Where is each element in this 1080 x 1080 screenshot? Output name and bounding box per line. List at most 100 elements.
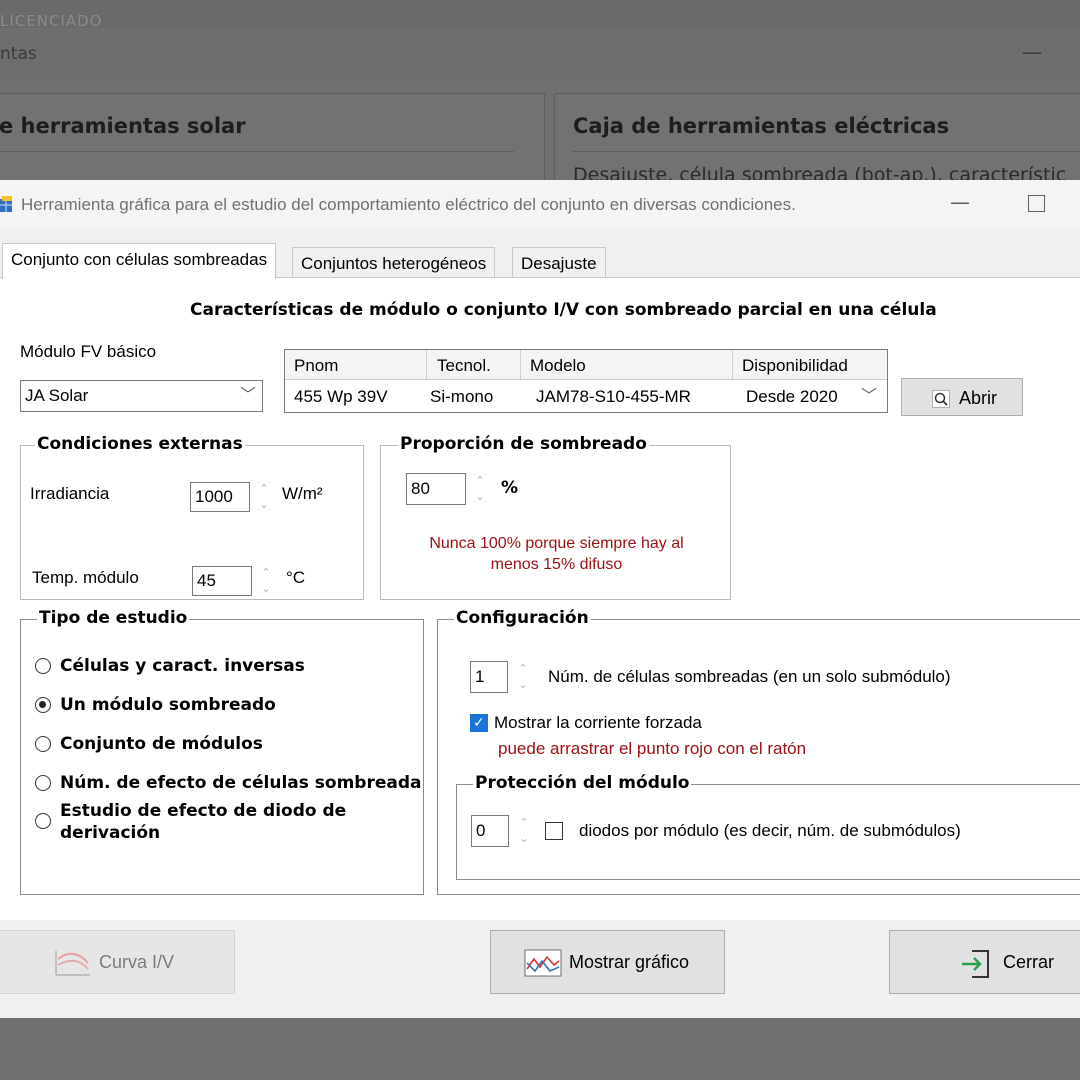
- iv-curve-button[interactable]: Curva I/V: [0, 930, 235, 994]
- option-cells-inverse-label[interactable]: Células y caract. inversas: [60, 656, 305, 676]
- configuration-title: Configuración: [454, 608, 591, 628]
- background-panel-electric: Caja de herramientas eléctricas Desajust…: [554, 93, 1080, 186]
- shaded-cells-input[interactable]: 1: [470, 661, 508, 693]
- shading-note: Nunca 100% porque siempre hay al menos 1…: [381, 533, 732, 575]
- background-bottom: [0, 1018, 1080, 1080]
- iv-curve-button-label: Curva I/V: [99, 952, 175, 972]
- spin-down-icon[interactable]: ⌄: [515, 831, 533, 847]
- external-conditions-title: Condiciones externas: [35, 434, 245, 454]
- column-header-pnom: Pnom: [294, 356, 339, 375]
- radio-module-array[interactable]: [35, 736, 51, 752]
- configuration-group: Configuración 1 ⌃ ⌄ Núm. de células sombr…: [437, 608, 1080, 895]
- tab-mismatch[interactable]: Desajuste: [512, 247, 606, 279]
- spin-down-icon[interactable]: ⌄: [255, 497, 273, 513]
- radio-shaded-cells-count[interactable]: [35, 775, 51, 791]
- dialog-title: Herramienta gráfica para el estudio del …: [21, 195, 796, 214]
- option-shaded-cells-count-label[interactable]: Núm. de efecto de células sombreada: [60, 773, 422, 793]
- diodes-spinner[interactable]: ⌃ ⌄: [515, 815, 533, 847]
- spin-down-icon[interactable]: ⌄: [257, 581, 275, 597]
- dialog-titlebar: Herramienta gráfica para el estudio del …: [0, 180, 1080, 230]
- shading-note-line2: menos 15% difuso: [490, 556, 623, 573]
- background-panel-solar-title: e herramientas solar: [0, 114, 246, 138]
- background-divider: [0, 151, 514, 152]
- shading-note-line1: Nunca 100% porque siempre hay al: [429, 535, 684, 552]
- magnifier-icon: [932, 390, 950, 408]
- irradiance-spinner[interactable]: ⌃ ⌄: [255, 481, 273, 513]
- study-type-title: Tipo de estudio: [37, 608, 190, 628]
- column-divider: [520, 350, 521, 379]
- module-label: Módulo FV básico: [20, 342, 157, 361]
- shading-group: Proporción de sombreado 80 ⌃ ⌄ % Nunca 10…: [380, 434, 732, 600]
- background-minimize-icon[interactable]: —: [1022, 40, 1042, 64]
- exit-icon: [962, 950, 989, 978]
- option-bypass-diode-label-line1[interactable]: Estudio de efecto de diodo de: [60, 801, 346, 821]
- tab-shaded-cells[interactable]: Conjunto con células sombreadas: [2, 243, 277, 279]
- cell-technology: Si-mono: [430, 387, 494, 406]
- open-button[interactable]: Abrir: [901, 378, 1023, 416]
- chevron-down-icon: ﹀: [239, 387, 256, 404]
- module-protection-title: Protección del módulo: [473, 773, 692, 793]
- column-header-technology: Tecnol.: [437, 356, 491, 375]
- shading-title: Proporción de sombreado: [398, 434, 649, 454]
- tab-heterogeneous[interactable]: Conjuntos heterogéneos: [292, 247, 496, 279]
- module-select-table[interactable]: Pnom Tecnol. Modelo Disponibilidad 455 W…: [284, 349, 888, 413]
- module-brand-value: JA Solar: [25, 386, 89, 405]
- spin-up-icon[interactable]: ⌃: [515, 815, 533, 831]
- spin-up-icon[interactable]: ⌃: [255, 481, 273, 497]
- external-conditions-group: Condiciones externas Irradiancia 1000 ⌃ ⌄…: [20, 434, 364, 600]
- open-button-label: Abrir: [959, 388, 998, 408]
- app-icon: [0, 196, 12, 212]
- module-brand-select[interactable]: JA Solar ﹀: [20, 380, 263, 412]
- diodes-label: diodos por módulo (es decir, núm. de sub…: [579, 821, 961, 840]
- maximize-icon[interactable]: [1028, 195, 1045, 212]
- option-bypass-diode-label-line2[interactable]: derivación: [60, 823, 160, 843]
- chevron-down-icon: ﹀: [861, 386, 878, 405]
- show-current-checkbox[interactable]: ✓: [470, 714, 488, 732]
- cell-model: JAM78-S10-455-MR: [536, 387, 691, 406]
- temperature-input[interactable]: 45: [192, 566, 252, 596]
- minimize-icon[interactable]: —: [948, 190, 972, 214]
- irradiance-input[interactable]: 1000: [190, 482, 250, 512]
- radio-cells-inverse[interactable]: [35, 658, 51, 674]
- column-divider: [732, 350, 733, 379]
- option-one-module-label[interactable]: Un módulo sombreado: [60, 695, 276, 715]
- background-license-text: LICENCIADO: [0, 12, 103, 28]
- cell-pnom: 455 Wp 39V: [294, 387, 388, 406]
- spin-down-icon[interactable]: ⌄: [471, 489, 489, 505]
- shaded-cells-label: Núm. de células sombreadas (en un solo s…: [548, 667, 951, 686]
- radio-bypass-diode[interactable]: [35, 813, 51, 829]
- temperature-label: Temp. módulo: [32, 568, 139, 587]
- close-button[interactable]: Cerrar: [889, 930, 1080, 994]
- irradiance-unit: W/m²: [282, 484, 323, 503]
- diodes-input[interactable]: 0: [471, 815, 509, 847]
- spin-up-icon[interactable]: ⌃: [471, 473, 489, 489]
- background-divider: [573, 151, 1080, 152]
- radio-one-module[interactable]: [35, 697, 51, 713]
- spin-up-icon[interactable]: ⌃: [257, 565, 275, 581]
- temperature-unit: °C: [286, 568, 306, 587]
- spin-down-icon[interactable]: ⌄: [514, 677, 532, 693]
- background-panel-electric-title: Caja de herramientas eléctricas: [573, 114, 950, 138]
- shading-unit: %: [501, 478, 519, 498]
- show-graph-button-label: Mostrar gráfico: [569, 952, 690, 972]
- background-top-strip: LICENCIADO: [0, 0, 1080, 28]
- shaded-cells-spinner[interactable]: ⌃ ⌄: [514, 661, 532, 693]
- show-graph-button[interactable]: Mostrar gráfico: [490, 930, 725, 994]
- tool-dialog: Herramienta gráfica para el estudio del …: [0, 180, 1080, 1018]
- module-protection-group: Protección del módulo 0 ⌃ ⌄ diodos por mó…: [456, 773, 1080, 880]
- column-header-model: Modelo: [530, 356, 586, 375]
- column-header-availability: Disponibilidad: [742, 356, 848, 375]
- temperature-spinner[interactable]: ⌃ ⌄: [257, 565, 275, 597]
- spin-up-icon[interactable]: ⌃: [514, 661, 532, 677]
- close-button-label: Cerrar: [1003, 952, 1055, 972]
- page-heading: Características de módulo o conjunto I/V…: [190, 300, 937, 320]
- diodes-checkbox[interactable]: [545, 822, 563, 840]
- cell-availability: Desde 2020: [746, 387, 838, 406]
- shading-input[interactable]: 80: [406, 473, 466, 505]
- shading-spinner[interactable]: ⌃ ⌄: [471, 473, 489, 505]
- background-panel-solar: e herramientas solar: [0, 93, 545, 185]
- show-current-label[interactable]: Mostrar la corriente forzada: [494, 713, 702, 733]
- option-module-array-label[interactable]: Conjunto de módulos: [60, 734, 263, 754]
- irradiance-label: Irradiancia: [30, 484, 110, 503]
- background-window-title: ntas: [0, 44, 37, 64]
